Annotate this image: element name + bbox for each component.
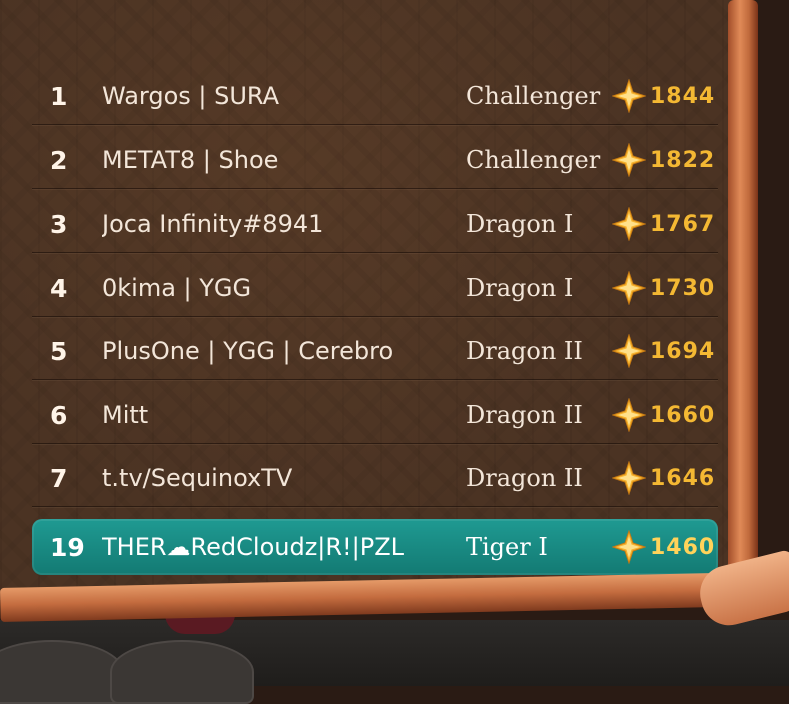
- gold-star-icon: [612, 143, 646, 177]
- player-tier: Dragon II: [466, 464, 583, 492]
- player-name: THER☁RedCloudz|R!|PZL: [102, 533, 405, 561]
- leaderboard-row[interactable]: 4 0kima | YGG Dragon I 1730: [32, 260, 718, 317]
- gold-star-icon: [612, 207, 646, 241]
- player-tier: Dragon I: [466, 210, 574, 238]
- leaderboard-row[interactable]: 5 PlusOne | YGG | Cerebro Dragon II 1694: [32, 323, 718, 380]
- player-name: 0kima | YGG: [102, 274, 252, 302]
- score-group: 1646: [612, 461, 715, 495]
- gold-star-icon: [612, 461, 646, 495]
- rank: 7: [50, 463, 68, 493]
- leaderboard-row[interactable]: 7 t.tv/SequinoxTV Dragon II 1646: [32, 450, 718, 507]
- player-name: t.tv/SequinoxTV: [102, 464, 293, 492]
- player-tier: Tiger I: [466, 533, 548, 561]
- rank: 19: [50, 532, 85, 562]
- gold-star-icon: [612, 271, 646, 305]
- score-value: 1460: [650, 534, 716, 560]
- gold-star-icon: [612, 334, 646, 368]
- leaderboard-row[interactable]: 3 Joca Infinity#8941 Dragon I 1767: [32, 196, 718, 253]
- gold-star-icon: [612, 79, 646, 113]
- score-group: 1730: [612, 271, 715, 305]
- rank: 1: [50, 81, 68, 111]
- wooden-frame-right: [728, 0, 758, 600]
- background-pot: [0, 640, 124, 704]
- score-group: 1822: [612, 143, 715, 177]
- leaderboard-row[interactable]: 1 Wargos | SURA Challenger 1844: [32, 68, 718, 125]
- score-group: 1460: [612, 530, 715, 564]
- player-tier: Dragon II: [466, 401, 583, 429]
- rank: 6: [50, 400, 68, 430]
- player-tier: Dragon I: [466, 274, 574, 302]
- rank: 2: [50, 145, 68, 175]
- player-name: Joca Infinity#8941: [102, 210, 324, 238]
- rank: 3: [50, 209, 68, 239]
- leaderboard-row[interactable]: 2 METAT8 | Shoe Challenger 1822: [32, 132, 718, 189]
- player-tier: Challenger: [466, 146, 601, 174]
- score-value: 1730: [650, 275, 716, 301]
- score-group: 1767: [612, 207, 715, 241]
- rank: 5: [50, 336, 68, 366]
- player-name: Mitt: [102, 401, 149, 429]
- gold-star-icon: [612, 530, 646, 564]
- player-name: PlusOne | YGG | Cerebro: [102, 337, 394, 365]
- score-value: 1694: [650, 338, 716, 364]
- player-tier: Dragon II: [466, 337, 583, 365]
- background-pot: [110, 640, 254, 704]
- current-player-row[interactable]: 19 THER☁RedCloudz|R!|PZL Tiger I 1460: [32, 519, 718, 575]
- leaderboard-row[interactable]: 6 Mitt Dragon II 1660: [32, 387, 718, 444]
- score-group: 1844: [612, 79, 715, 113]
- score-value: 1646: [650, 465, 716, 491]
- score-value: 1822: [650, 147, 716, 173]
- score-value: 1767: [650, 211, 716, 237]
- leaderboard-panel: 1 Wargos | SURA Challenger 1844 2 METAT8…: [0, 0, 740, 600]
- score-group: 1694: [612, 334, 715, 368]
- score-value: 1660: [650, 402, 716, 428]
- player-name: Wargos | SURA: [102, 82, 280, 110]
- player-name: METAT8 | Shoe: [102, 146, 279, 174]
- player-tier: Challenger: [466, 82, 601, 110]
- gold-star-icon: [612, 398, 646, 432]
- score-group: 1660: [612, 398, 715, 432]
- score-value: 1844: [650, 83, 716, 109]
- rank: 4: [50, 273, 68, 303]
